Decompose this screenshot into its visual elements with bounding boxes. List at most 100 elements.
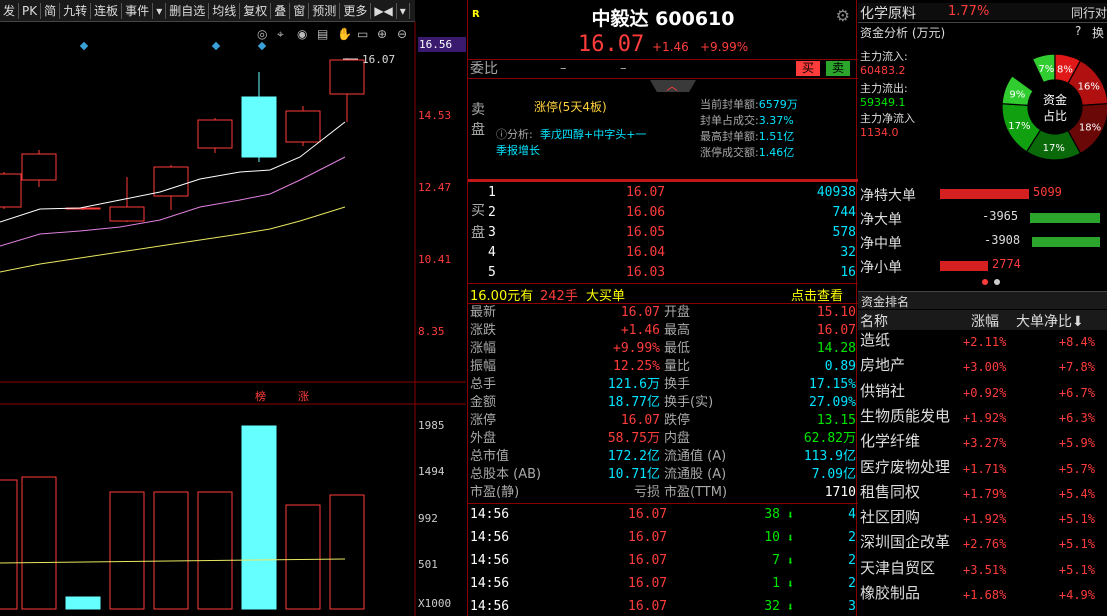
rank-header-bigratio[interactable]: 大单净比⬇ [1016,311,1084,331]
divider [468,283,858,284]
rank-row[interactable]: 社区团购 +1.92% +5.1% [858,508,1107,530]
rank-ratio: +6.3% [1058,410,1095,425]
toolbar-item[interactable]: 连板 [91,2,123,19]
divider [468,78,858,79]
toolbar-item[interactable]: 简 [41,2,61,19]
analysis-text-2[interactable]: 季报增长 [496,142,540,158]
hand-icon[interactable]: ✋ [337,27,352,41]
toolbar-item[interactable]: 九转 [60,2,92,19]
quote-value: 16.07 [620,413,660,428]
candle-body [0,173,22,208]
chart-toolbar: 发 PK 简九转 连板 事件 ▾ 删自选 均线 复权叠窗预测 更多 ▶◀ ▾ [0,0,415,22]
rank-row[interactable]: 橡胶制品 +1.68% +4.9% [858,584,1107,606]
candle-body [153,166,189,197]
page-dot-active[interactable] [982,279,988,285]
seal-info-value: 1.46亿 [758,146,795,159]
rank-row[interactable]: 房地产 +3.00% +7.8% [858,356,1107,378]
rank-row[interactable]: 深圳国企改革 +2.76% +5.1% [858,533,1107,555]
toolbar-item[interactable]: 叠 [271,2,291,19]
crosshair-icon[interactable]: ⌖ [277,27,284,41]
help-icon[interactable]: ? [1075,24,1081,38]
target-icon[interactable]: ◎ [257,27,267,41]
weibi-value: – [560,61,567,76]
rank-row[interactable]: 供销社 +0.92% +6.7% [858,382,1107,404]
tick-count: 2 [848,553,856,568]
quote-value: 亏损 [633,485,660,500]
rank-row[interactable]: 生物质能发电 +1.92% +6.3% [858,407,1107,429]
rank-row[interactable]: 天津自贸区 +3.51% +5.1% [858,559,1107,581]
big-order-link[interactable]: 点击查看 [791,285,843,304]
toolbar-item[interactable]: 删自选 [166,2,210,19]
rank-name: 天津自贸区 [860,558,936,577]
toolbar-item[interactable]: 均线 [209,2,241,19]
zoom-out-icon[interactable]: ⊖ [397,27,407,41]
tick-volume: 7 [772,553,780,568]
page-dot[interactable] [994,279,1000,285]
rank-ratio: +6.7% [1058,385,1095,400]
tick-row: 14:56 16.07 10 ⬇ 2 [468,529,858,547]
quote-key: 总市值 [470,449,510,464]
quote-value: 0.89 [824,359,856,374]
sector-header: 化学原料 1.77% 同行对 [858,3,1107,23]
tick-row: 14:56 16.07 38 ⬇ 4 [468,506,858,524]
rect-icon[interactable]: ▭ [357,27,368,41]
zoom-in-icon[interactable]: ⊕ [377,27,387,41]
sell-button[interactable]: 卖 [826,61,850,76]
rank-name: 橡胶制品 [860,584,921,602]
toolbar-item[interactable]: 预测 [309,2,341,19]
stock-change: +1.46 [652,40,689,54]
bid-volume: 32 [840,245,856,260]
rank-row[interactable]: 医疗废物处理 +1.71% +5.7% [858,458,1107,480]
toolbar-item[interactable]: 事件 [122,2,154,19]
rank-change: +1.92% [963,512,1007,527]
tick-count: 4 [848,507,856,522]
volume-axis-label: 501 [418,558,438,571]
quote-key: 总股本 (AB) [470,467,542,482]
rank-header-name[interactable]: 名称 [860,311,888,331]
rank-row[interactable]: 造纸 +2.11% +8.4% [858,331,1107,353]
bid-volume: 744 [832,205,856,220]
toolbar-item[interactable]: 发 [0,2,20,19]
analysis-label: ⓘ分析: [496,128,533,141]
net-flow-bar [1030,213,1100,223]
toolbar-item[interactable]: 窗 [290,2,310,19]
toolbar-item[interactable]: 复权 [240,2,272,19]
toolbar-item[interactable]: PK [19,2,42,19]
quote-value: 27.09% [809,395,856,410]
rank-change: +0.92% [963,385,1007,400]
toolbar-item[interactable]: ▾ [397,2,410,19]
toolbar-item[interactable]: ▾ [153,2,167,19]
rank-change: +1.92% [963,410,1007,425]
quote-key: 量比 [664,359,691,374]
quote-key: 总手 [470,377,497,392]
net-flow-row: 净大单 -3965 [858,209,1107,229]
donut-slice-label: 7% [1038,64,1054,75]
peer-compare-link[interactable]: 同行对 [1071,4,1107,21]
quote-key: 换手 [664,377,691,392]
buy-button[interactable]: 买 [796,61,820,76]
toolbar-item[interactable]: 更多 [340,2,372,19]
settings-gear-icon[interactable]: ⚙ [836,6,850,25]
donut-slice-label: 8% [1057,64,1073,75]
rank-header-change[interactable]: 涨幅 [971,311,999,331]
donut-slice-label: 17% [1043,143,1065,154]
volume-bar [65,596,101,610]
rank-row[interactable]: 租售同权 +1.79% +5.4% [858,483,1107,505]
kline-chart[interactable]: ◎ ⌖ ◉ ▤ ✋ ▭ ⊕ ⊖ 16.56 14.53 12.47 10.41 8.35 16… [0,22,466,616]
layers-icon[interactable]: ▤ [317,27,328,41]
quote-key: 市盈(静) [470,485,520,500]
rank-row[interactable]: 化学纤维 +3.27% +5.9% [858,432,1107,454]
seal-info: 当前封单额:6579万 封单占成交:3.37% 最高封单额:1.51亿 涨停成交额:1… [700,97,856,161]
volume-bar [241,425,277,610]
quote-key: 内盘 [664,431,691,446]
analysis-text[interactable]: 季戊四醇+中字头+一 [540,126,646,142]
rank-ratio: +8.4% [1058,335,1095,349]
limit-up-text: 涨停(5天4板) [534,100,607,114]
eye-icon[interactable]: ◉ [297,27,307,41]
chevron-up-icon[interactable]: ︿ [666,77,678,94]
toolbar-item[interactable]: ▶◀ [371,2,397,19]
divider [858,22,1107,23]
sector-name[interactable]: 化学原料 [860,3,916,23]
switch-tab[interactable]: 换 [1092,24,1104,41]
divider [468,59,858,60]
